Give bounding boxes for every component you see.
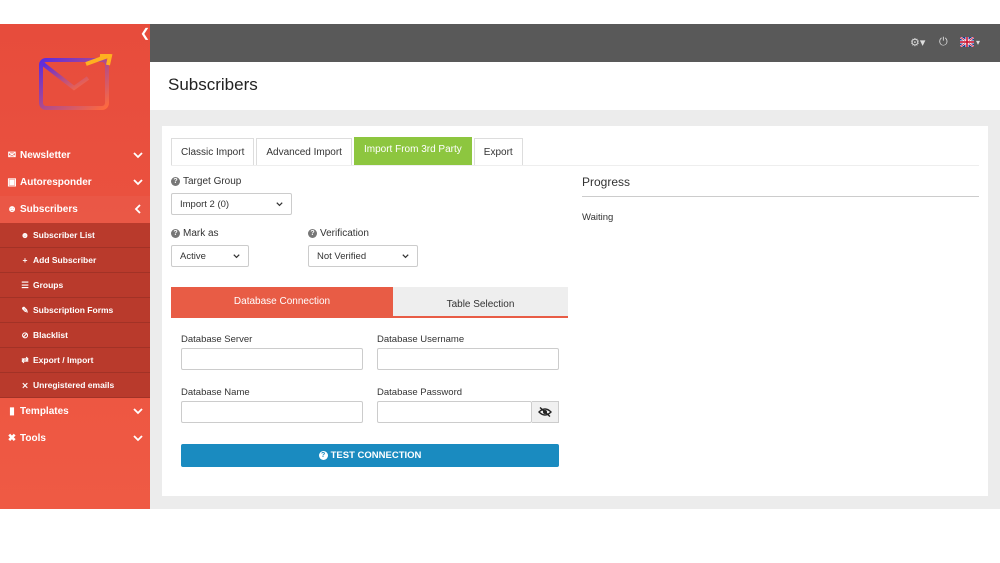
chevron-down-icon xyxy=(133,179,143,186)
tabs-divider xyxy=(171,165,979,166)
sidebar-subitem-blacklist[interactable]: ⊘ Blacklist xyxy=(0,323,150,348)
target-group-label: ? Target Group xyxy=(171,176,241,187)
database-name-label: Database Name xyxy=(181,387,250,398)
question-circle-icon: ? xyxy=(318,451,328,460)
toggle-password-visibility-button[interactable] xyxy=(532,401,559,423)
database-server-label: Database Server xyxy=(181,334,253,345)
sidebar-subitem-label: Unregistered emails xyxy=(33,380,115,390)
sidebar-subitem-label: Subscriber List xyxy=(33,230,95,240)
sidebar-subitem-subscriber-list[interactable]: ☻ Subscriber List xyxy=(0,223,150,248)
chevron-down-icon xyxy=(133,435,143,442)
help-icon[interactable]: ? xyxy=(171,229,180,238)
list-icon: ☰ xyxy=(21,279,29,290)
sidebar-item-autoresponder[interactable]: ▣ Autoresponder xyxy=(0,169,150,196)
sidebar-collapse-icon[interactable]: ❮ xyxy=(140,26,150,40)
subscribers-submenu: ☻ Subscriber List + Add Subscriber ☰ Gro… xyxy=(0,223,150,398)
ban-icon: ⊘ xyxy=(21,329,29,340)
progress-status: Waiting xyxy=(582,212,614,223)
sidebar-subitem-label: Export / Import xyxy=(33,355,94,365)
envelope-icon: ✉ xyxy=(7,150,17,161)
database-server-input[interactable] xyxy=(181,348,363,370)
target-group-select[interactable]: Import 2 (0) xyxy=(171,193,292,215)
database-username-label: Database Username xyxy=(377,334,465,345)
sidebar-subitem-export-import[interactable]: ⇄ Export / Import xyxy=(0,348,150,373)
help-icon[interactable]: ? xyxy=(308,229,317,238)
sidebar-subitem-label: Blacklist xyxy=(33,330,68,340)
users-icon: ☻ xyxy=(6,204,18,215)
chevron-down-icon xyxy=(402,254,409,259)
sidebar-item-label: Templates xyxy=(20,406,69,417)
mark-as-label: ? Mark as xyxy=(171,228,219,239)
verification-select[interactable]: Not Verified xyxy=(308,245,418,267)
sidebar-item-subscribers[interactable]: ☻ Subscribers xyxy=(0,196,150,223)
language-dropdown-caret-icon[interactable]: ▾ xyxy=(976,38,980,47)
chevron-down-icon xyxy=(233,254,240,259)
app-logo-icon xyxy=(39,54,113,110)
database-password-input[interactable] xyxy=(377,401,532,423)
top-bar: ⚙▾ ⏻ ▾ xyxy=(150,24,1000,62)
sidebar-subitem-add-subscriber[interactable]: + Add Subscriber xyxy=(0,248,150,273)
app-window: ❮ ✉ Newsletter ▣ Autoresponder ☻ Subscri… xyxy=(0,24,1000,509)
settings-gear-icon[interactable]: ⚙▾ xyxy=(910,36,925,49)
main-content: Subscribers Classic Import Advanced Impo… xyxy=(150,62,1000,509)
sidebar-subitem-label: Subscription Forms xyxy=(33,305,114,315)
edit-icon: ✎ xyxy=(21,304,29,315)
mark-as-select[interactable]: Active xyxy=(171,245,249,267)
sidebar-item-templates[interactable]: ▮ Templates xyxy=(0,398,150,425)
sidebar-item-newsletter[interactable]: ✉ Newsletter xyxy=(0,142,150,169)
page-header: Subscribers xyxy=(150,62,1000,110)
wizard-tab-database-connection[interactable]: Database Connection xyxy=(171,287,393,316)
verification-label: ? Verification xyxy=(308,228,369,239)
page-title: Subscribers xyxy=(168,75,258,94)
sidebar-subitem-label: Add Subscriber xyxy=(33,255,97,265)
tools-icon: ✖ xyxy=(7,433,17,444)
chevron-down-icon xyxy=(133,408,143,415)
car-icon: ▣ xyxy=(7,177,17,188)
sidebar: ❮ ✉ Newsletter ▣ Autoresponder ☻ Subscri… xyxy=(0,24,150,509)
import-tabs: Classic Import Advanced Import Import Fr… xyxy=(171,137,525,165)
paint-roller-icon: ▮ xyxy=(9,406,15,417)
sidebar-subitem-groups[interactable]: ☰ Groups xyxy=(0,273,150,298)
sidebar-item-label: Autoresponder xyxy=(20,177,92,188)
sidebar-item-label: Subscribers xyxy=(20,204,78,215)
chevron-down-icon xyxy=(133,152,143,159)
tab-classic-import[interactable]: Classic Import xyxy=(171,138,255,165)
sidebar-subitem-label: Groups xyxy=(33,280,64,290)
chevron-down-icon xyxy=(276,202,283,207)
tab-export[interactable]: Export xyxy=(473,138,523,165)
uk-flag-icon[interactable] xyxy=(960,37,974,47)
wizard-body: Database Server Database Username Databa… xyxy=(171,318,568,483)
sidebar-subitem-subscription-forms[interactable]: ✎ Subscription Forms xyxy=(0,298,150,323)
database-name-input[interactable] xyxy=(181,401,363,423)
database-username-input[interactable] xyxy=(377,348,559,370)
progress-divider xyxy=(582,196,979,197)
sidebar-nav: ✉ Newsletter ▣ Autoresponder ☻ Subscribe… xyxy=(0,142,150,452)
help-icon[interactable]: ? xyxy=(171,177,180,186)
sidebar-item-label: Tools xyxy=(20,433,46,444)
import-panel: Classic Import Advanced Import Import Fr… xyxy=(162,126,988,496)
progress-title: Progress xyxy=(582,175,631,189)
chevron-left-icon xyxy=(134,204,141,214)
power-icon[interactable]: ⏻ xyxy=(939,36,948,49)
tab-advanced-import[interactable]: Advanced Import xyxy=(256,138,352,165)
tab-import-from-3rd-party[interactable]: Import From 3rd Party xyxy=(353,137,472,165)
test-connection-button[interactable]: ? TEST CONNECTION xyxy=(181,444,559,467)
eye-slash-icon xyxy=(538,407,552,417)
users-icon: ☻ xyxy=(20,230,30,240)
wizard-tab-table-selection[interactable]: Table Selection xyxy=(393,287,568,316)
database-wizard: Database Connection Table Selection Data… xyxy=(171,287,568,483)
plus-icon: + xyxy=(22,255,28,265)
exchange-icon: ⇄ xyxy=(21,354,29,365)
user-slash-icon: ⨯ xyxy=(21,379,29,390)
sidebar-subitem-unregistered-emails[interactable]: ⨯ Unregistered emails xyxy=(0,373,150,398)
database-password-label: Database Password xyxy=(377,387,463,398)
sidebar-item-label: Newsletter xyxy=(20,150,71,161)
sidebar-item-tools[interactable]: ✖ Tools xyxy=(0,425,150,452)
